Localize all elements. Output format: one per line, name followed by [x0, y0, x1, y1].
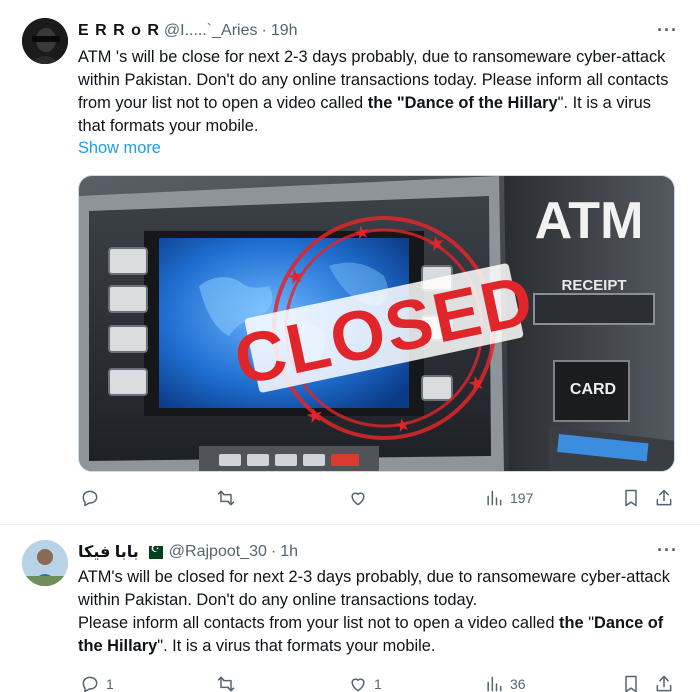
- tweet-text-bold: the "Dance of the Hillary: [367, 94, 558, 112]
- like-count: 1: [374, 676, 382, 692]
- like-button[interactable]: [348, 488, 374, 508]
- tweet-actions: 1 1 36: [78, 674, 678, 692]
- atm-sign: ATM: [535, 192, 644, 250]
- receipt-label: RECEIPT: [561, 277, 626, 294]
- reply-button[interactable]: 1: [80, 674, 114, 692]
- tweet-time[interactable]: 19h: [271, 22, 298, 40]
- views-button[interactable]: 197: [484, 488, 533, 508]
- tweet-header: بابا فیکا @Rajpoot_30 · 1h: [78, 542, 298, 562]
- separator-dot: ·: [261, 22, 267, 39]
- tweet-text: ATM's will be closed for next 2-3 days p…: [78, 566, 678, 658]
- retweet-icon: [217, 490, 235, 506]
- avatar[interactable]: [22, 18, 68, 64]
- tweet-1[interactable]: E R R o R @I.....`_Aries · 19h ··· ATM '…: [0, 0, 700, 525]
- tweet-text: ATM 's will be close for next 2-3 days p…: [78, 46, 678, 138]
- like-icon: [351, 492, 365, 506]
- retweet-button[interactable]: [216, 488, 242, 508]
- bookmark-icon: [625, 675, 637, 692]
- share-button[interactable]: [654, 488, 674, 508]
- tweet-text-bold: the: [559, 614, 584, 632]
- tweet-actions: 197: [78, 488, 678, 514]
- share-icon: [656, 675, 672, 692]
- tweet-text-part: ". It is a virus that formats your mobil…: [157, 637, 436, 655]
- avatar[interactable]: [22, 540, 68, 586]
- views-icon: [487, 490, 502, 506]
- views-count: 36: [510, 676, 526, 692]
- author-handle[interactable]: @I.....`_Aries: [164, 22, 258, 40]
- like-button[interactable]: 1: [348, 674, 382, 692]
- views-count: 197: [510, 490, 534, 506]
- author-name[interactable]: بابا فیکا: [78, 542, 139, 562]
- share-button[interactable]: [654, 674, 674, 692]
- more-icon[interactable]: ···: [657, 540, 678, 561]
- tweet-text-part: ATM's will be closed for next 2-3 days p…: [78, 568, 670, 609]
- pakistan-flag-icon: [144, 544, 163, 559]
- bookmark-button[interactable]: [621, 674, 641, 692]
- share-icon: [656, 489, 672, 506]
- views-icon: [487, 676, 502, 692]
- show-more-link[interactable]: Show more: [78, 139, 161, 158]
- retweet-icon: [217, 676, 235, 692]
- author-handle[interactable]: @Rajpoot_30: [169, 543, 267, 561]
- reply-icon: [82, 490, 98, 507]
- tweet-text-part: Please inform all contacts from your lis…: [78, 614, 560, 632]
- tweet-2[interactable]: بابا فیکا @Rajpoot_30 · 1h ··· ATM's wil…: [0, 526, 700, 692]
- reply-button[interactable]: [80, 488, 106, 508]
- author-name[interactable]: E R R o R: [78, 22, 160, 40]
- views-button[interactable]: 36: [484, 674, 526, 692]
- separator-dot: ·: [270, 543, 277, 560]
- like-icon: [351, 678, 365, 692]
- tweet-header: E R R o R @I.....`_Aries · 19h: [78, 22, 298, 40]
- tweet-time[interactable]: 1h: [280, 543, 298, 561]
- reply-count: 1: [106, 676, 114, 692]
- card-label: CARD: [570, 381, 616, 398]
- tweet-image[interactable]: ATM RECEIPT CARD ★ ★ ★ ★ ★ ★ CLOSED: [78, 175, 675, 472]
- bookmark-button[interactable]: [621, 488, 641, 508]
- retweet-button[interactable]: [216, 674, 242, 692]
- more-icon[interactable]: ···: [657, 20, 678, 41]
- bookmark-icon: [625, 489, 637, 507]
- reply-icon: [82, 676, 98, 692]
